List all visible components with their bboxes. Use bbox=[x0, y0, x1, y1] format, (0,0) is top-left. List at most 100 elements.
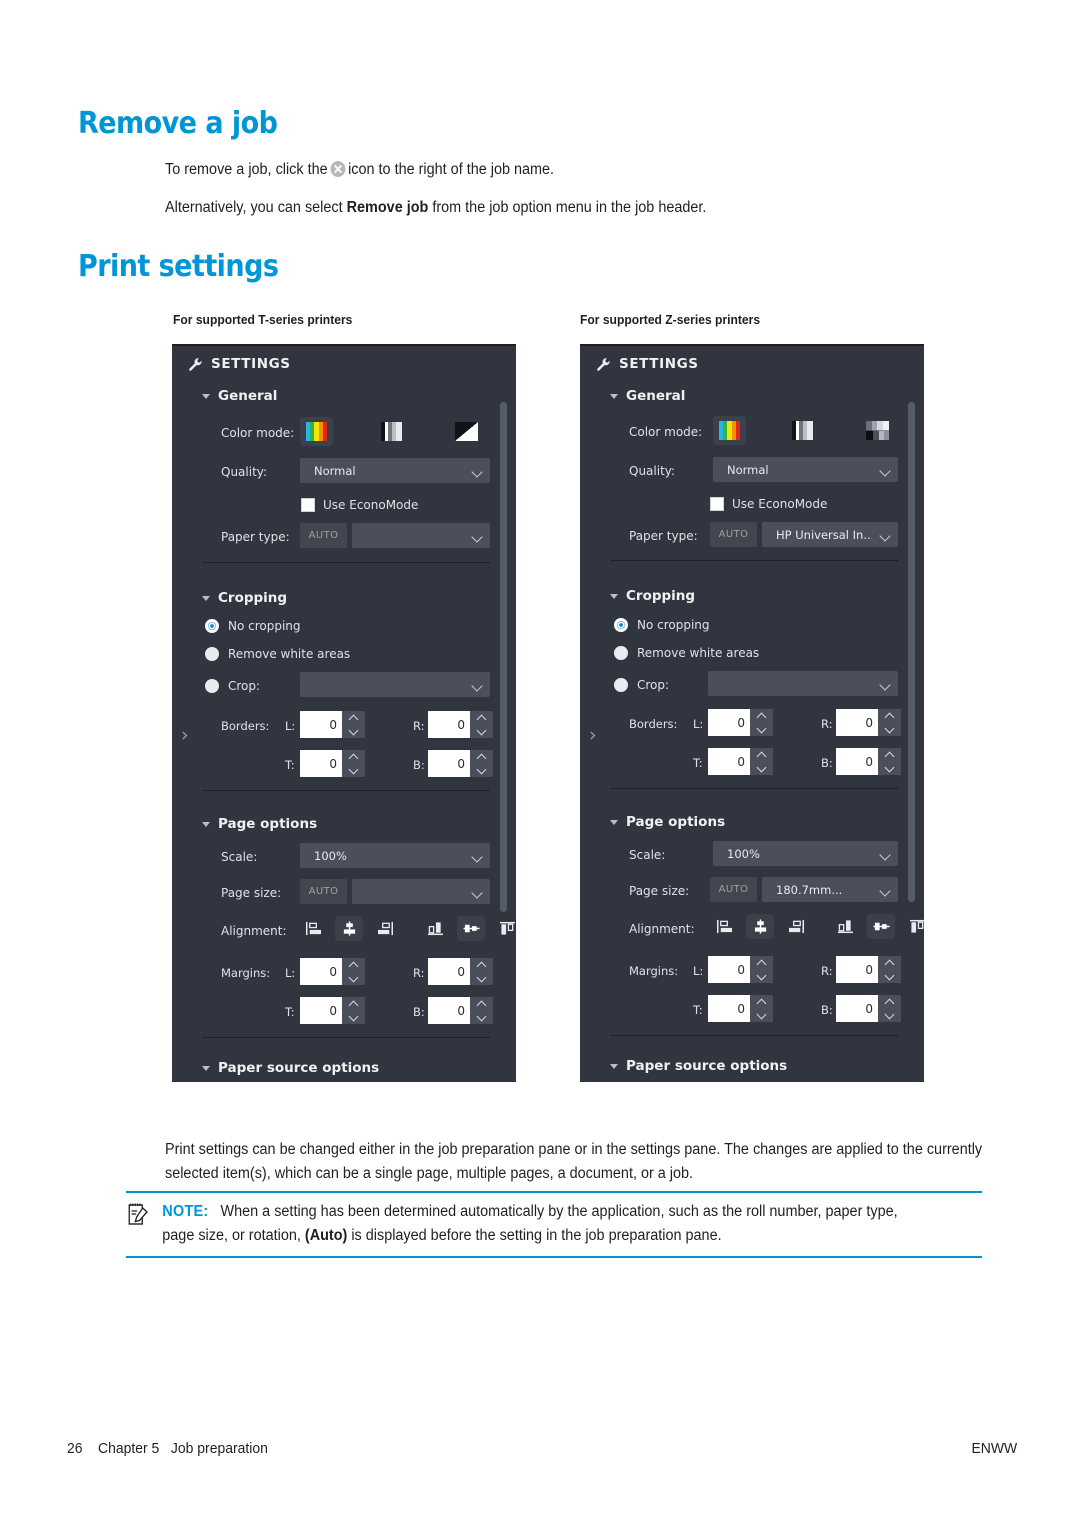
page-size-dropdown[interactable] bbox=[352, 879, 490, 904]
section-header-general[interactable]: General bbox=[610, 388, 685, 404]
color-swatch-icon-button[interactable] bbox=[713, 416, 746, 445]
radio-crop[interactable] bbox=[614, 678, 628, 692]
stepper-up-icon[interactable] bbox=[342, 997, 365, 1011]
border-top-stepper[interactable]: 0 bbox=[708, 748, 773, 775]
stepper-arrows[interactable] bbox=[470, 997, 493, 1024]
radio-no-cropping[interactable] bbox=[614, 618, 628, 632]
margin-left-stepper[interactable]: 0 bbox=[708, 956, 773, 983]
quality-dropdown[interactable]: Normal bbox=[300, 458, 490, 483]
stepper-down-icon[interactable] bbox=[750, 762, 773, 776]
border-bottom-stepper[interactable]: 0 bbox=[428, 750, 493, 777]
margin-top-stepper[interactable]: 0 bbox=[300, 997, 365, 1024]
border-right-stepper[interactable]: 0 bbox=[428, 711, 493, 738]
align-right-icon-button[interactable] bbox=[782, 914, 810, 939]
stepper-up-icon[interactable] bbox=[750, 709, 773, 723]
border-top-stepper[interactable]: 0 bbox=[300, 750, 365, 777]
paper-type-auto-chip[interactable]: AUTO bbox=[300, 523, 347, 548]
margin-left-stepper[interactable]: 0 bbox=[300, 958, 365, 985]
stepper-arrows[interactable] bbox=[750, 956, 773, 983]
border-left-stepper[interactable]: 0 bbox=[300, 711, 365, 738]
crop-dropdown[interactable] bbox=[300, 672, 490, 697]
stepper-down-icon[interactable] bbox=[878, 723, 901, 737]
align-top-icon-button[interactable] bbox=[493, 916, 516, 941]
stepper-down-icon[interactable] bbox=[878, 762, 901, 776]
radio-crop[interactable] bbox=[205, 679, 219, 693]
crop-dropdown[interactable] bbox=[708, 671, 898, 696]
stepper-arrows[interactable] bbox=[470, 958, 493, 985]
stepper-down-icon[interactable] bbox=[750, 970, 773, 984]
stepper-arrows[interactable] bbox=[342, 711, 365, 738]
stepper-arrows[interactable] bbox=[750, 748, 773, 775]
align-left-icon-button[interactable] bbox=[299, 916, 327, 941]
stepper-up-icon[interactable] bbox=[878, 956, 901, 970]
stepper-up-icon[interactable] bbox=[470, 711, 493, 725]
panel-scrollbar[interactable] bbox=[908, 402, 915, 902]
stepper-down-icon[interactable] bbox=[342, 972, 365, 986]
panel-scrollbar[interactable] bbox=[500, 402, 507, 912]
align-bottom-icon-button[interactable] bbox=[831, 914, 859, 939]
stepper-up-icon[interactable] bbox=[342, 958, 365, 972]
align-center-icon-button[interactable] bbox=[746, 914, 774, 939]
halftone-swatch-icon-button[interactable] bbox=[861, 416, 894, 445]
section-header-paper-source-options[interactable]: Paper source options bbox=[610, 1058, 787, 1074]
radio-no-cropping[interactable] bbox=[205, 619, 219, 633]
stepper-down-icon[interactable] bbox=[878, 1009, 901, 1023]
stepper-arrows[interactable] bbox=[750, 709, 773, 736]
stepper-up-icon[interactable] bbox=[878, 748, 901, 762]
panel-expander-chevron-icon[interactable]: › bbox=[589, 726, 597, 745]
margin-bottom-stepper[interactable]: 0 bbox=[428, 997, 493, 1024]
stepper-up-icon[interactable] bbox=[470, 958, 493, 972]
stepper-down-icon[interactable] bbox=[750, 723, 773, 737]
section-header-page-options[interactable]: Page options bbox=[202, 816, 317, 832]
margin-right-stepper[interactable]: 0 bbox=[836, 956, 901, 983]
section-header-page-options[interactable]: Page options bbox=[610, 814, 725, 830]
stepper-arrows[interactable] bbox=[878, 956, 901, 983]
econo-mode-checkbox[interactable] bbox=[710, 497, 724, 511]
stepper-down-icon[interactable] bbox=[470, 725, 493, 739]
scale-dropdown[interactable]: 100% bbox=[300, 843, 490, 868]
stepper-arrows[interactable] bbox=[878, 748, 901, 775]
section-header-cropping[interactable]: Cropping bbox=[202, 590, 287, 606]
quality-dropdown[interactable]: Normal bbox=[713, 457, 898, 482]
grayscale-swatch-icon-button[interactable] bbox=[786, 416, 819, 445]
stepper-arrows[interactable] bbox=[342, 997, 365, 1024]
section-header-general[interactable]: General bbox=[202, 388, 277, 404]
stepper-arrows[interactable] bbox=[878, 709, 901, 736]
align-middle-icon-button[interactable] bbox=[867, 914, 895, 939]
stepper-arrows[interactable] bbox=[470, 711, 493, 738]
margin-right-stepper[interactable]: 0 bbox=[428, 958, 493, 985]
stepper-down-icon[interactable] bbox=[342, 725, 365, 739]
border-bottom-stepper[interactable]: 0 bbox=[836, 748, 901, 775]
stepper-down-icon[interactable] bbox=[470, 764, 493, 778]
stepper-arrows[interactable] bbox=[750, 995, 773, 1022]
border-right-stepper[interactable]: 0 bbox=[836, 709, 901, 736]
stepper-down-icon[interactable] bbox=[878, 970, 901, 984]
border-left-stepper[interactable]: 0 bbox=[708, 709, 773, 736]
stepper-up-icon[interactable] bbox=[750, 995, 773, 1009]
stepper-down-icon[interactable] bbox=[470, 1011, 493, 1025]
align-center-icon-button[interactable] bbox=[335, 916, 363, 941]
align-top-icon-button[interactable] bbox=[903, 914, 924, 939]
stepper-down-icon[interactable] bbox=[342, 764, 365, 778]
align-bottom-icon-button[interactable] bbox=[421, 916, 449, 941]
stepper-up-icon[interactable] bbox=[878, 995, 901, 1009]
econo-mode-checkbox[interactable] bbox=[301, 498, 315, 512]
stepper-up-icon[interactable] bbox=[878, 709, 901, 723]
align-middle-icon-button[interactable] bbox=[457, 916, 485, 941]
page-size-auto-chip[interactable]: AUTO bbox=[300, 879, 347, 904]
stepper-up-icon[interactable] bbox=[750, 956, 773, 970]
section-header-cropping[interactable]: Cropping bbox=[610, 588, 695, 604]
paper-type-dropdown[interactable]: HP Universal In... bbox=[762, 522, 898, 547]
stepper-arrows[interactable] bbox=[470, 750, 493, 777]
black-white-swatch-icon-button[interactable] bbox=[450, 417, 483, 446]
margin-top-stepper[interactable]: 0 bbox=[708, 995, 773, 1022]
radio-remove-white-areas[interactable] bbox=[614, 646, 628, 660]
stepper-up-icon[interactable] bbox=[470, 997, 493, 1011]
scale-dropdown[interactable]: 100% bbox=[713, 841, 898, 866]
align-left-icon-button[interactable] bbox=[710, 914, 738, 939]
stepper-up-icon[interactable] bbox=[750, 748, 773, 762]
stepper-down-icon[interactable] bbox=[342, 1011, 365, 1025]
paper-type-dropdown[interactable] bbox=[352, 523, 490, 548]
stepper-up-icon[interactable] bbox=[342, 711, 365, 725]
radio-remove-white-areas[interactable] bbox=[205, 647, 219, 661]
